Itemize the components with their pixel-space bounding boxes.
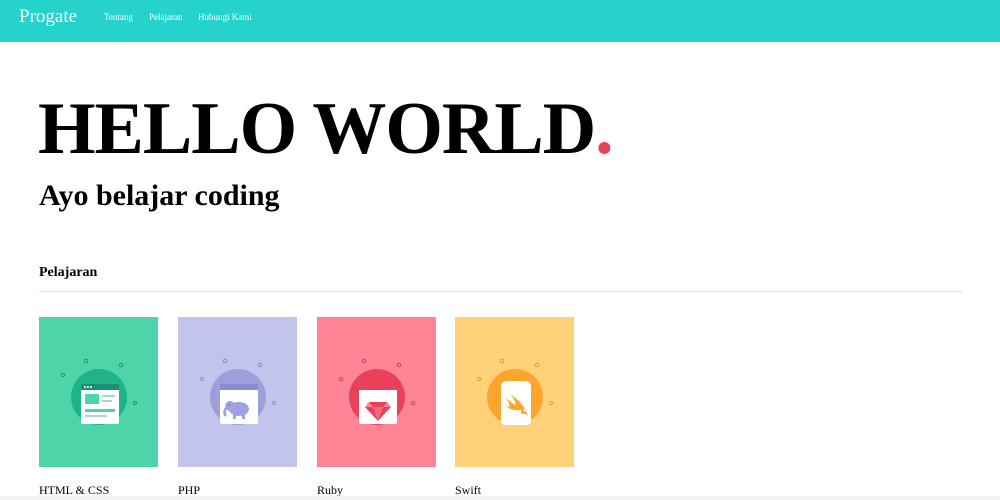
nav-link-hubungi-kami[interactable]: Hubungi Kami	[198, 12, 252, 22]
navbar: Progate Tentang Pelajaran Hubungi Kami	[0, 0, 1000, 42]
hero-title-dot: .	[595, 88, 613, 170]
lesson-card-swift-illustration	[455, 317, 574, 467]
hero-subtitle: Ayo belajar coding	[39, 179, 280, 212]
section-title: Pelajaran	[39, 265, 98, 280]
lesson-card-html-css-illustration	[39, 317, 158, 467]
lesson-card-html-css[interactable]	[39, 317, 158, 467]
hero-title-text: HELLO WORLD	[38, 88, 596, 170]
nav-link-tentang[interactable]: Tentang	[104, 12, 133, 22]
nav-link-pelajaran[interactable]: Pelajaran	[149, 12, 182, 22]
browser-window-icon	[81, 384, 119, 424]
hero-title: HELLO WORLD.	[38, 92, 614, 166]
section-divider	[39, 291, 963, 292]
lesson-card-php[interactable]	[178, 317, 297, 467]
brand-logo[interactable]: Progate	[19, 6, 77, 28]
bottom-edge	[0, 496, 1000, 500]
lesson-card-ruby[interactable]	[317, 317, 436, 467]
lesson-card-php-illustration	[178, 317, 297, 467]
lesson-card-swift[interactable]	[455, 317, 574, 467]
lesson-card-ruby-illustration	[317, 317, 436, 467]
